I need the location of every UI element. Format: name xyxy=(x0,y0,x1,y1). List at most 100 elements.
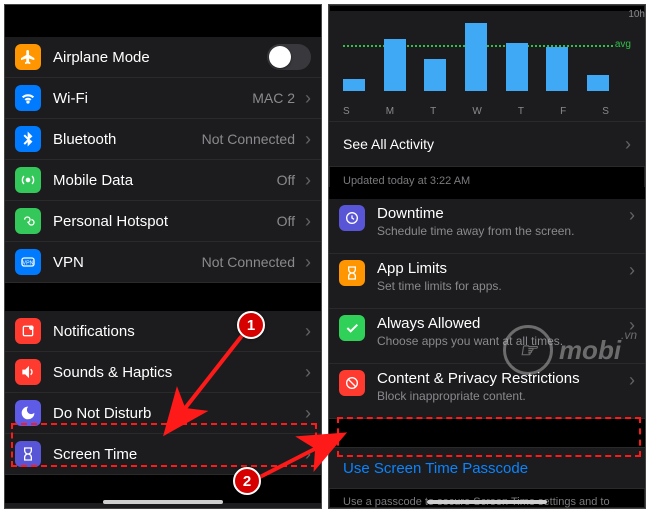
day-axis: SMTWTFS xyxy=(343,106,609,117)
bars xyxy=(343,11,609,91)
chart-canvas: avg xyxy=(343,11,631,91)
chevron-right-icon: › xyxy=(629,260,635,281)
row-value: Not Connected xyxy=(202,254,295,270)
row-app-limits[interactable]: App Limits Set time limits for apps. › xyxy=(329,254,645,309)
svg-text:VPN: VPN xyxy=(23,261,34,267)
row-value: Off xyxy=(277,172,295,188)
chevron-right-icon: › xyxy=(629,315,635,336)
chevron-right-icon: › xyxy=(305,252,311,273)
row-sounds-haptics[interactable]: Sounds & Haptics › xyxy=(5,352,321,393)
usage-chart[interactable]: 10h avg SMTWTFS xyxy=(329,11,645,122)
chevron-right-icon: › xyxy=(305,170,311,191)
chart-bar xyxy=(465,23,487,91)
row-label: See All Activity xyxy=(343,136,434,152)
home-indicator[interactable] xyxy=(103,500,223,504)
row-label: Personal Hotspot xyxy=(53,213,168,230)
chart-bar xyxy=(506,43,528,91)
row-label: Do Not Disturb xyxy=(53,405,151,422)
hotspot-icon xyxy=(15,208,41,234)
chevron-right-icon: › xyxy=(305,444,311,465)
chevron-right-icon: › xyxy=(305,362,311,383)
row-label: Mobile Data xyxy=(53,172,133,189)
chevron-right-icon: › xyxy=(305,321,311,342)
day-label: T xyxy=(430,106,436,117)
chevron-right-icon: › xyxy=(305,88,311,109)
row-label: Bluetooth xyxy=(53,131,116,148)
day-label: T xyxy=(518,106,524,117)
chart-bar xyxy=(424,59,446,91)
downtime-icon xyxy=(339,205,365,231)
day-label: S xyxy=(602,106,609,117)
row-title: Content & Privacy Restrictions xyxy=(377,370,623,387)
updated-caption: Updated today at 3:22 AM xyxy=(329,167,645,187)
chart-bar xyxy=(587,75,609,91)
sounds-icon xyxy=(15,359,41,385)
row-always-allowed[interactable]: Always Allowed Choose apps you want at a… xyxy=(329,309,645,364)
row-label: VPN xyxy=(53,254,84,271)
status-bar-mask xyxy=(5,5,321,37)
row-do-not-disturb[interactable]: Do Not Disturb › xyxy=(5,393,321,434)
chevron-right-icon: › xyxy=(629,205,635,226)
airplane-icon xyxy=(15,44,41,70)
row-value: Not Connected xyxy=(202,131,295,147)
row-label: Airplane Mode xyxy=(53,49,150,66)
passcode-label: Use Screen Time Passcode xyxy=(343,460,528,477)
row-downtime[interactable]: Downtime Schedule time away from the scr… xyxy=(329,199,645,254)
day-label: W xyxy=(472,106,481,117)
chevron-right-icon: › xyxy=(629,370,635,391)
row-wifi[interactable]: Wi-Fi MAC 2 › xyxy=(5,78,321,119)
row-title: Always Allowed xyxy=(377,315,623,332)
day-label: F xyxy=(560,106,566,117)
day-label: S xyxy=(343,106,350,117)
chevron-right-icon: › xyxy=(625,134,631,155)
chevron-right-icon: › xyxy=(305,129,311,150)
chart-bar xyxy=(384,39,406,91)
row-mobile-data[interactable]: Mobile Data Off › xyxy=(5,160,321,201)
row-sub: Block inappropriate content. xyxy=(377,389,623,403)
tutorial-composite: Airplane Mode Wi-Fi MAC 2 › Bluetooth No… xyxy=(0,0,650,511)
row-title: App Limits xyxy=(377,260,623,277)
restrictions-icon xyxy=(339,370,365,396)
row-personal-hotspot[interactable]: Personal Hotspot Off › xyxy=(5,201,321,242)
row-use-passcode[interactable]: Use Screen Time Passcode xyxy=(329,447,645,489)
settings-screen: Airplane Mode Wi-Fi MAC 2 › Bluetooth No… xyxy=(4,4,322,509)
dnd-icon xyxy=(15,400,41,426)
screen-time-icon xyxy=(15,441,41,467)
row-content-privacy[interactable]: Content & Privacy Restrictions Block ina… xyxy=(329,364,645,419)
row-vpn[interactable]: VPN VPN Not Connected › xyxy=(5,242,321,283)
row-label: Sounds & Haptics xyxy=(53,364,172,381)
passcode-footer: Use a passcode to secure Screen Time set… xyxy=(329,489,645,509)
row-bluetooth[interactable]: Bluetooth Not Connected › xyxy=(5,119,321,160)
row-airplane-mode[interactable]: Airplane Mode xyxy=(5,37,321,78)
airplane-toggle[interactable] xyxy=(267,44,311,70)
vpn-icon: VPN xyxy=(15,249,41,275)
row-value: Off xyxy=(277,213,295,229)
row-sub: Set time limits for apps. xyxy=(377,279,623,293)
row-notifications[interactable]: Notifications › xyxy=(5,311,321,352)
app-limits-icon xyxy=(339,260,365,286)
callout-1: 1 xyxy=(237,311,265,339)
wifi-icon xyxy=(15,85,41,111)
row-title: Downtime xyxy=(377,205,623,222)
chart-bar xyxy=(546,47,568,91)
bluetooth-icon xyxy=(15,126,41,152)
screen-time-detail: 10h avg SMTWTFS See All Activity › Updat… xyxy=(328,4,646,509)
row-sub: Schedule time away from the screen. xyxy=(377,224,623,238)
day-label: M xyxy=(386,106,394,117)
chevron-right-icon: › xyxy=(305,211,311,232)
always-allowed-icon xyxy=(339,315,365,341)
chevron-right-icon: › xyxy=(305,403,311,424)
notifications-icon xyxy=(15,318,41,344)
chart-bar xyxy=(343,79,365,91)
row-sub: Choose apps you want at all times. xyxy=(377,334,623,348)
row-value: MAC 2 xyxy=(252,90,295,106)
cellular-icon xyxy=(15,167,41,193)
row-label: Screen Time xyxy=(53,446,137,463)
row-screen-time[interactable]: Screen Time › xyxy=(5,434,321,475)
avg-label: avg xyxy=(615,39,631,50)
home-indicator[interactable] xyxy=(427,500,547,504)
row-label: Wi-Fi xyxy=(53,90,88,107)
callout-2: 2 xyxy=(233,467,261,495)
row-see-all-activity[interactable]: See All Activity › xyxy=(329,122,645,167)
row-label: Notifications xyxy=(53,323,135,340)
